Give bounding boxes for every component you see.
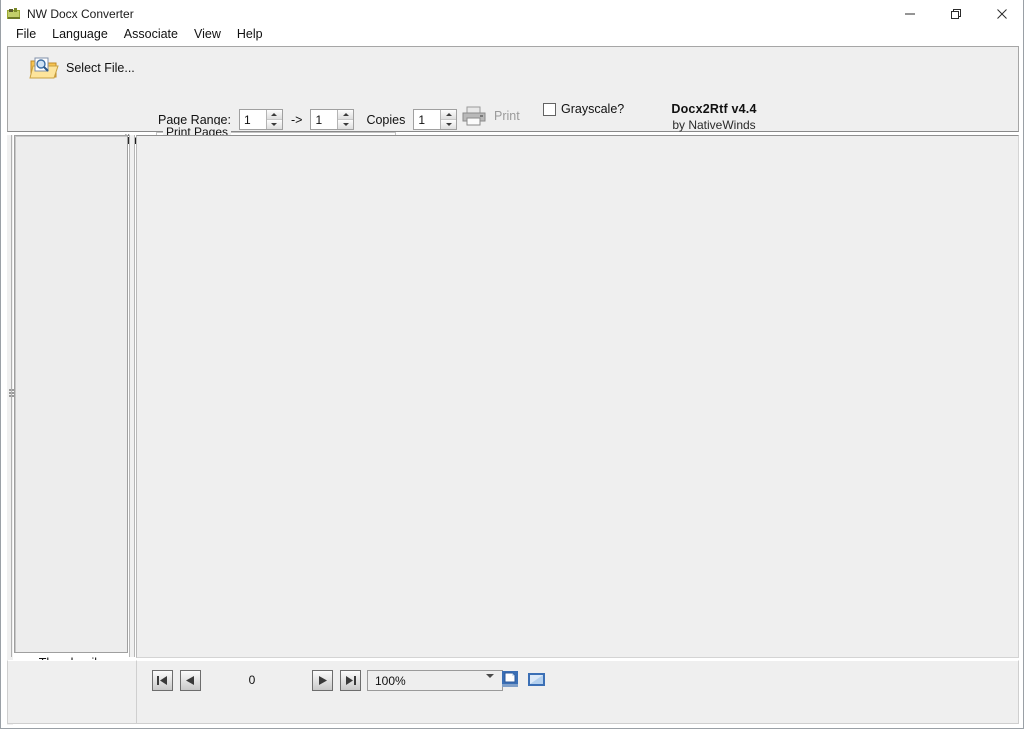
menu-item-file[interactable]: File	[8, 25, 44, 44]
print-button-label: Print	[494, 109, 520, 123]
page-range-from-value: 1	[240, 110, 266, 129]
last-page-button[interactable]	[340, 670, 361, 691]
page-range-to-stepper[interactable]: 1	[310, 109, 354, 130]
last-page-icon	[344, 675, 357, 686]
fit-page-view-button[interactable]	[527, 670, 546, 689]
panel-splitter-left-edge	[129, 135, 130, 657]
fit-page-view-icon	[527, 676, 546, 693]
spin-up-icon[interactable]	[267, 110, 282, 120]
window-controls	[887, 0, 1024, 27]
next-page-icon	[316, 675, 329, 686]
branding: Docx2Rtf v4.4 by NativeWinds	[666, 102, 762, 132]
select-file-label: Select File...	[66, 61, 135, 75]
panel-splitter-right-edge	[134, 135, 135, 657]
product-author: by NativeWinds	[666, 118, 762, 132]
next-page-button[interactable]	[312, 670, 333, 691]
checkbox-icon	[543, 103, 556, 116]
zoom-value: 100%	[375, 674, 406, 688]
close-icon[interactable]	[979, 0, 1024, 27]
spin-up-icon[interactable]	[441, 110, 456, 120]
restore-icon[interactable]	[933, 0, 979, 27]
copies-stepper[interactable]: 1	[413, 109, 457, 130]
folder-search-icon	[29, 55, 59, 81]
product-version: Docx2Rtf v4.4	[666, 102, 762, 116]
minimize-icon[interactable]	[887, 0, 933, 27]
select-file-button[interactable]: Select File...	[29, 55, 135, 81]
left-splitter-line	[11, 135, 12, 657]
chevron-down-icon	[486, 678, 494, 692]
page-range-separator: ->	[291, 113, 302, 127]
page-counter: 0	[237, 673, 267, 687]
left-splitter[interactable]	[7, 135, 13, 725]
menu-item-view[interactable]: View	[186, 25, 229, 44]
single-page-view-button[interactable]	[501, 670, 520, 689]
menu-item-help[interactable]: Help	[229, 25, 271, 44]
menu-item-associate[interactable]: Associate	[116, 25, 186, 44]
title-bar: NW Docx Converter	[1, 0, 1024, 27]
page-range-to-spin-buttons[interactable]	[337, 110, 353, 129]
page-range-from-spin-buttons[interactable]	[266, 110, 282, 129]
document-view[interactable]	[136, 135, 1019, 658]
printer-icon	[460, 104, 488, 128]
previous-page-button[interactable]	[180, 670, 201, 691]
print-button[interactable]: Print	[460, 104, 520, 128]
toolbar-panel: Select File... HTML Import Scaling 100% …	[7, 46, 1019, 132]
zoom-select[interactable]: 100%	[367, 670, 503, 691]
copies-value: 1	[414, 110, 440, 129]
spin-down-icon[interactable]	[441, 120, 456, 129]
spin-down-icon[interactable]	[267, 120, 282, 129]
grayscale-checkbox[interactable]: Grayscale?	[543, 102, 624, 116]
first-page-icon	[156, 675, 169, 686]
menu-item-language[interactable]: Language	[44, 25, 116, 44]
spin-up-icon[interactable]	[338, 110, 353, 120]
app-logo-icon	[6, 6, 22, 22]
previous-page-icon	[184, 675, 197, 686]
grayscale-label: Grayscale?	[561, 102, 624, 116]
app-window: NW Docx Converter File Language Asso	[0, 0, 1024, 729]
spin-down-icon[interactable]	[338, 120, 353, 129]
page-range-from-stepper[interactable]: 1	[239, 109, 283, 130]
bottom-left-filler	[7, 660, 136, 724]
page-range-to-value: 1	[311, 110, 337, 129]
bottom-navigation-bar: 0 100%	[136, 660, 1019, 724]
menu-bar: File Language Associate View Help	[1, 24, 1024, 45]
copies-label: Copies	[366, 113, 405, 127]
window-title: NW Docx Converter	[27, 7, 134, 21]
single-page-view-icon	[501, 676, 520, 693]
copies-spin-buttons[interactable]	[440, 110, 456, 129]
thumbnails-panel[interactable]	[14, 135, 128, 653]
first-page-button[interactable]	[152, 670, 173, 691]
